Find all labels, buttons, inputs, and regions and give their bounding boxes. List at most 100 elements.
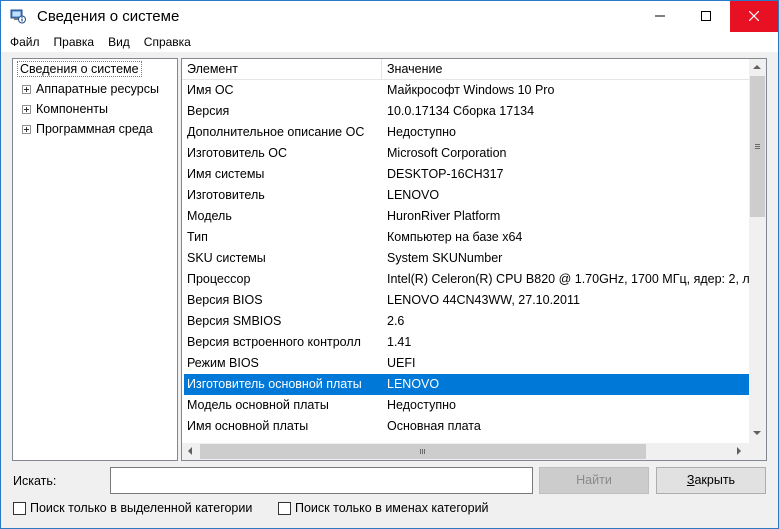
cell-item: Версия BIOS <box>187 293 263 307</box>
maximize-icon <box>701 10 711 24</box>
menu-help[interactable]: Справка <box>137 35 198 49</box>
expand-plus-icon[interactable] <box>22 124 31 134</box>
vertical-scrollbar[interactable] <box>749 59 766 443</box>
cell-value: LENOVO 44CN43WW, 27.10.2011 <box>387 293 580 307</box>
table-row[interactable]: Изготовитель основной платы LENOVO <box>184 374 749 395</box>
cell-value: System SKUNumber <box>387 251 503 265</box>
system-info-icon <box>10 8 26 24</box>
cell-value: 1.41 <box>387 335 412 349</box>
menu-edit[interactable]: Правка <box>47 35 102 49</box>
table-row[interactable]: Модель основной платы Недоступно <box>184 395 749 416</box>
tree-node-label: Программная среда <box>36 122 153 136</box>
cell-value: Intel(R) Celeron(R) CPU B820 @ 1.70GHz, … <box>387 272 749 286</box>
details-list: Элемент Значение Имя ОС Майкрософт Window… <box>181 58 767 461</box>
scrollbar-corner <box>749 443 766 460</box>
table-row[interactable]: Имя основной платы Основная плата <box>184 416 749 437</box>
vertical-scroll-thumb[interactable] <box>750 76 765 217</box>
table-row[interactable]: SKU системы System SKUNumber <box>184 248 749 269</box>
column-header-item[interactable]: Элемент <box>182 59 382 80</box>
tree-node-software-environment[interactable]: Программная среда <box>22 122 153 136</box>
close-app-button[interactable]: Закрыть <box>656 467 766 494</box>
system-info-window: Сведения о системе Файл Правка Вид Справ… <box>0 0 779 529</box>
title-bar[interactable]: Сведения о системе <box>1 1 778 32</box>
scroll-down-icon[interactable] <box>753 431 761 435</box>
cell-value: LENOVO <box>387 188 440 202</box>
list-rows: Имя ОС Майкрософт Windows 10 Pro Версия 10.… <box>182 80 749 444</box>
cell-item: SKU системы <box>187 251 266 265</box>
window-title: Сведения о системе <box>37 8 180 25</box>
cell-item: Процессор <box>187 272 251 286</box>
table-row[interactable]: Процессор Intel(R) Celeron(R) CPU B820 @ … <box>184 269 749 290</box>
tree-node-label: Аппаратные ресурсы <box>36 82 159 96</box>
cell-value: 2.6 <box>387 314 405 328</box>
cell-item: Версия SMBIOS <box>187 314 282 328</box>
menu-bar: Файл Правка Вид Справка <box>1 32 778 52</box>
cell-value: LENOVO <box>387 377 440 391</box>
minimize-button[interactable] <box>637 1 683 32</box>
tree-node-hardware-resources[interactable]: Аппаратные ресурсы <box>22 82 159 96</box>
table-row[interactable]: Версия BIOS LENOVO 44CN43WW, 27.10.2011 <box>184 290 749 311</box>
cell-value: Microsoft Corporation <box>387 146 507 160</box>
cell-value: 10.0.17134 Сборка 17134 <box>387 104 535 118</box>
cell-item: Имя основной платы <box>187 419 309 433</box>
horizontal-scrollbar[interactable] <box>182 443 749 460</box>
cell-value: UEFI <box>387 356 416 370</box>
cell-item: Версия встроенного контролл <box>187 335 361 349</box>
cell-value: DESKTOP-16CH317 <box>387 167 504 181</box>
close-app-button-label: акрыть <box>694 473 736 487</box>
cell-value: Недоступно <box>387 398 456 412</box>
column-header-value[interactable]: Значение <box>382 59 749 80</box>
tree-root-system-summary[interactable]: Сведения о системе <box>17 61 142 77</box>
cell-value: Компьютер на базе x64 <box>387 230 523 244</box>
tree-node-components[interactable]: Компоненты <box>22 102 108 116</box>
expand-plus-icon[interactable] <box>22 104 31 114</box>
scroll-up-icon[interactable] <box>753 65 761 69</box>
menu-file[interactable]: Файл <box>1 35 47 49</box>
cell-item: Изготовитель ОС <box>187 146 287 160</box>
table-row[interactable]: Тип Компьютер на базе x64 <box>184 227 749 248</box>
table-row[interactable]: Версия 10.0.17134 Сборка 17134 <box>184 101 749 122</box>
table-row[interactable]: Версия SMBIOS 2.6 <box>184 311 749 332</box>
cell-item: Тип <box>187 230 208 244</box>
table-row[interactable]: Имя ОС Майкрософт Windows 10 Pro <box>184 80 749 101</box>
checkbox-box[interactable] <box>13 501 26 515</box>
close-button[interactable] <box>730 1 778 32</box>
checkbox-label: Поиск только в именах категорий <box>295 501 489 515</box>
cell-value: Майкрософт Windows 10 Pro <box>387 83 555 97</box>
scroll-left-icon[interactable] <box>188 447 192 455</box>
minimize-icon <box>655 10 665 24</box>
search-input[interactable] <box>110 467 533 494</box>
expand-plus-icon[interactable] <box>22 84 31 94</box>
search-label: Искать: <box>13 474 57 488</box>
cell-item: Режим BIOS <box>187 356 259 370</box>
scroll-right-icon[interactable] <box>737 447 741 455</box>
find-button[interactable]: Найти <box>539 467 649 494</box>
tree-node-label: Компоненты <box>36 102 109 116</box>
horizontal-scroll-thumb[interactable] <box>200 444 646 459</box>
cell-value: Недоступно <box>387 125 456 139</box>
table-row[interactable]: Изготовитель LENOVO <box>184 185 749 206</box>
cell-item: Изготовитель <box>187 188 265 202</box>
cell-value: HuronRiver Platform <box>387 209 501 223</box>
cell-item: Модель <box>187 209 232 223</box>
table-row[interactable]: Версия встроенного контролл 1.41 <box>184 332 749 353</box>
table-row[interactable]: Модель HuronRiver Platform <box>184 206 749 227</box>
cell-item: Имя ОС <box>187 83 234 97</box>
maximize-button[interactable] <box>683 1 729 32</box>
checkbox-selected-category-only[interactable]: Поиск только в выделенной категории <box>13 501 252 515</box>
cell-item: Изготовитель основной платы <box>187 377 362 391</box>
cell-value: Основная плата <box>387 419 481 433</box>
cell-item: Модель основной платы <box>187 398 329 412</box>
cell-item: Версия <box>187 104 230 118</box>
table-row[interactable]: Режим BIOS UEFI <box>184 353 749 374</box>
checkbox-category-names-only[interactable]: Поиск только в именах категорий <box>278 501 489 515</box>
checkbox-box[interactable] <box>278 501 291 515</box>
list-header: Элемент Значение <box>182 59 749 80</box>
table-row[interactable]: Изготовитель ОС Microsoft Corporation <box>184 143 749 164</box>
checkbox-label: Поиск только в выделенной категории <box>30 501 253 515</box>
table-row[interactable]: Дополнительное описание ОС Недоступно <box>184 122 749 143</box>
close-icon <box>748 10 760 24</box>
table-row[interactable]: Имя системы DESKTOP-16CH317 <box>184 164 749 185</box>
category-tree[interactable]: Сведения о системе Аппаратные ресурсы Ко… <box>12 58 178 461</box>
menu-view[interactable]: Вид <box>101 35 137 49</box>
